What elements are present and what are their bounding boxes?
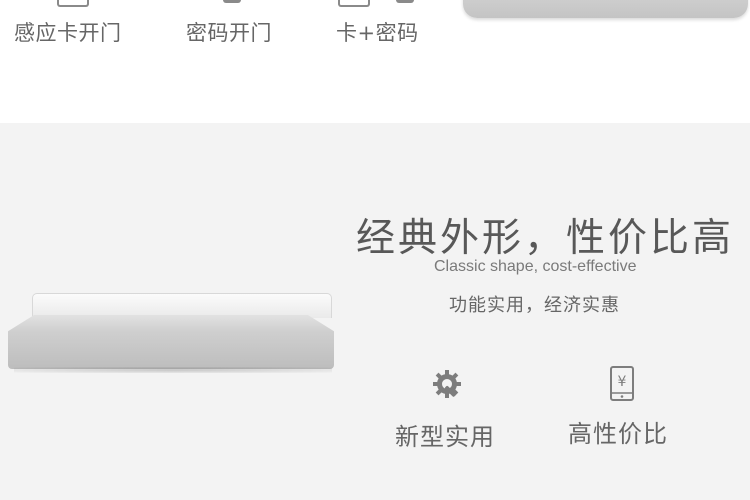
mode-card-label: 感应卡开门 <box>14 21 122 45</box>
feature-new-practical-label: 新型实用 <box>395 423 495 451</box>
mode-password-label: 密码开门 <box>186 21 272 45</box>
headline: 经典外形，性价比高 <box>356 216 735 261</box>
keypad-icon <box>396 0 414 3</box>
card-icon <box>57 0 89 7</box>
feature-new-practical: 新型实用 <box>395 417 495 452</box>
keypad-icon <box>223 0 241 3</box>
mode-card-password-label: 卡+密码 <box>336 21 419 45</box>
gear-wrench-icon <box>433 370 461 398</box>
subtitle-english: Classic shape, cost-effective <box>434 258 637 275</box>
feature-cost-effective-label: 高性价比 <box>568 420 668 448</box>
tagline: 功能实用，经济实惠 <box>449 295 620 316</box>
svg-text:¥: ¥ <box>618 374 627 390</box>
top-section: 感应卡开门 密码开门 卡+密码 <box>0 0 750 123</box>
card-keypad-icon <box>338 0 370 7</box>
yen-phone-icon: ¥ <box>610 366 634 401</box>
device-side <box>8 315 334 369</box>
lock-device-image <box>6 293 336 375</box>
lock-device-image-top <box>463 0 748 18</box>
device-shadow <box>14 367 332 373</box>
device-top-face <box>32 293 332 318</box>
feature-cost-effective: 高性价比 <box>568 414 668 449</box>
